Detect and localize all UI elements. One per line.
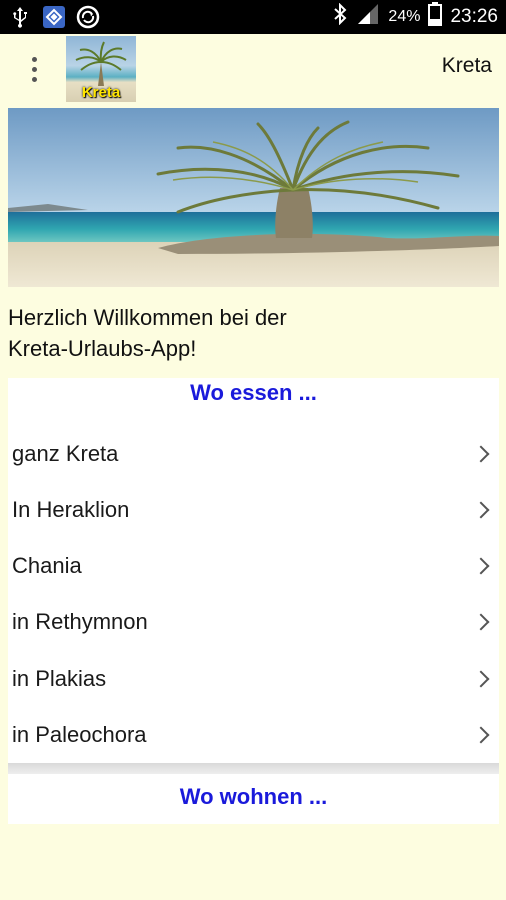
- chevron-right-icon: [472, 613, 490, 631]
- chevron-right-icon: [472, 501, 490, 519]
- list-item-label: in Plakias: [12, 666, 107, 691]
- essen-section-title[interactable]: Wo essen ...: [8, 378, 499, 408]
- list-item-paleochora[interactable]: in Paleochora: [8, 707, 499, 763]
- status-bar: 24% 23:26: [0, 0, 506, 34]
- list-item-ganz-kreta[interactable]: ganz Kreta: [8, 426, 499, 482]
- sync-icon: [76, 5, 100, 29]
- system-status: 24% 23:26: [332, 0, 498, 34]
- app-logo: Kreta: [66, 36, 136, 102]
- chevron-right-icon: [472, 557, 490, 575]
- chevron-right-icon: [472, 445, 490, 463]
- list-item-label: ganz Kreta: [12, 441, 119, 466]
- list-item-rethymnon[interactable]: in Rethymnon: [8, 594, 499, 650]
- overflow-menu-icon[interactable]: [22, 52, 46, 86]
- list-item-label: Chania: [12, 553, 82, 578]
- section-divider: [8, 763, 499, 774]
- list-item-heraklion[interactable]: In Heraklion: [8, 482, 499, 538]
- hero-beach-palm-image: [8, 108, 499, 287]
- signal-icon: [356, 3, 380, 31]
- logo-text: Kreta: [81, 84, 121, 101]
- welcome-line-1: Herzlich Willkommen bei der: [8, 305, 287, 330]
- welcome-line-2: Kreta-Urlaubs-App!: [8, 336, 197, 361]
- app-bar: Kreta Kreta: [0, 34, 506, 104]
- chevron-right-icon: [472, 670, 490, 688]
- app-title: Kreta: [441, 54, 492, 77]
- clock: 23:26: [450, 6, 498, 27]
- battery-icon: [428, 2, 443, 32]
- essen-card: Wo essen ... ganz Kreta In Heraklion Cha…: [8, 378, 499, 763]
- wohnen-card[interactable]: Wo wohnen ...: [8, 774, 499, 824]
- battery-percent: 24%: [388, 8, 421, 25]
- list-item-label: in Paleochora: [12, 722, 147, 747]
- wohnen-section-title[interactable]: Wo wohnen ...: [8, 782, 499, 812]
- bluetooth-icon: [332, 2, 348, 31]
- list-item-label: In Heraklion: [12, 497, 130, 522]
- usb-icon: [8, 5, 32, 29]
- list-item-plakias[interactable]: in Plakias: [8, 651, 499, 707]
- chevron-right-icon: [472, 726, 490, 744]
- welcome-text: Herzlich Willkommen bei der Kreta-Urlaub…: [8, 302, 488, 364]
- app-store-icon: [42, 5, 66, 29]
- list-item-label: in Rethymnon: [12, 609, 148, 634]
- notification-icons: [8, 5, 100, 29]
- list-item-chania[interactable]: Chania: [8, 538, 499, 594]
